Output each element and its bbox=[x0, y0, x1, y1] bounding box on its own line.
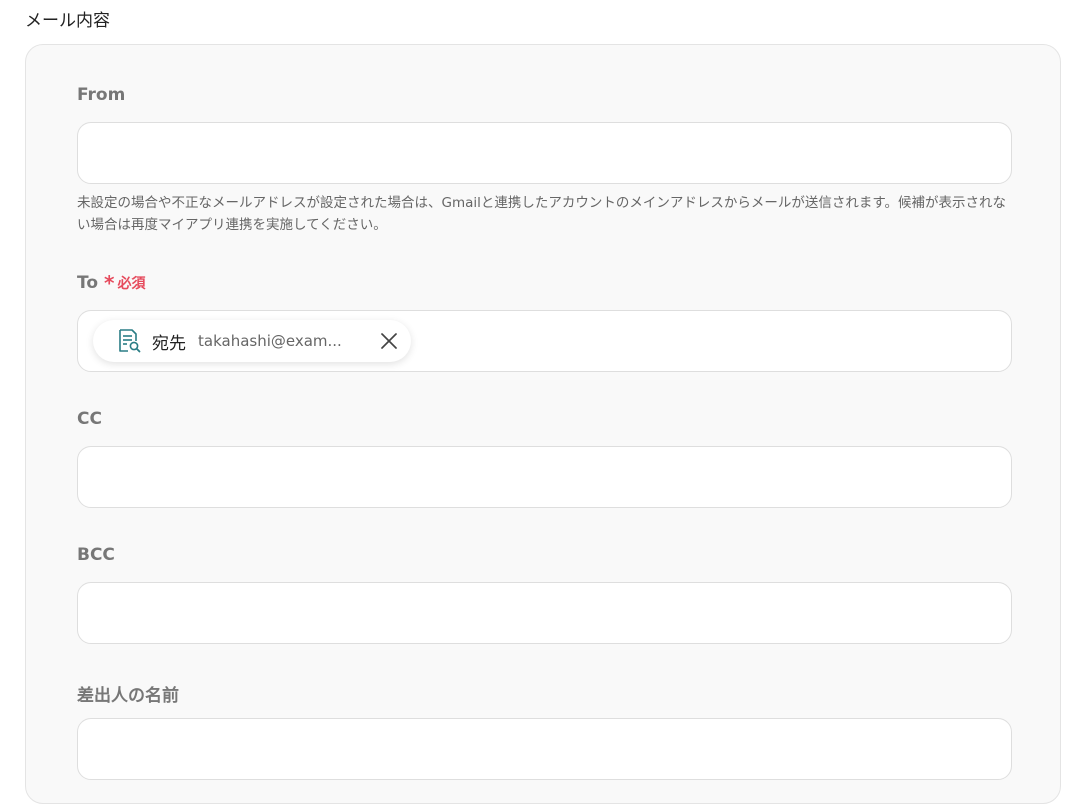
required-text: 必須 bbox=[117, 276, 146, 292]
from-label-text: From bbox=[77, 85, 126, 105]
cc-input[interactable] bbox=[77, 446, 1012, 508]
section-title: メール内容 bbox=[25, 11, 110, 31]
required-mark: * bbox=[104, 271, 115, 295]
sender-name-label-text: 差出人の名前 bbox=[77, 686, 179, 706]
cc-label-text: CC bbox=[77, 409, 102, 429]
from-help-text: 未設定の場合や不正なメールアドレスが設定された場合は、Gmailと連携したアカウ… bbox=[77, 195, 1007, 233]
bcc-input[interactable] bbox=[77, 582, 1012, 644]
to-input[interactable]: 宛先 takahashi@exam... bbox=[77, 310, 1012, 372]
cc-label: CC bbox=[77, 409, 102, 429]
chip-value: takahashi@exam... bbox=[198, 332, 342, 350]
sender-name-input[interactable] bbox=[77, 718, 1012, 780]
bcc-label-text: BCC bbox=[77, 545, 115, 565]
chip-name: 宛先 bbox=[152, 333, 186, 354]
to-recipient-chip[interactable]: 宛先 takahashi@exam... bbox=[93, 320, 411, 362]
close-icon[interactable] bbox=[379, 331, 399, 351]
from-label: From bbox=[77, 85, 125, 105]
document-search-icon bbox=[119, 329, 141, 353]
from-input[interactable] bbox=[77, 122, 1012, 184]
bcc-label: BCC bbox=[77, 545, 115, 565]
to-label-text: To bbox=[77, 273, 99, 293]
mail-content-panel: From 未設定の場合や不正なメールアドレスが設定された場合は、Gmailと連携… bbox=[25, 44, 1061, 804]
sender-name-label: 差出人の名前 bbox=[77, 681, 179, 706]
to-label: To * 必須 bbox=[77, 273, 146, 293]
